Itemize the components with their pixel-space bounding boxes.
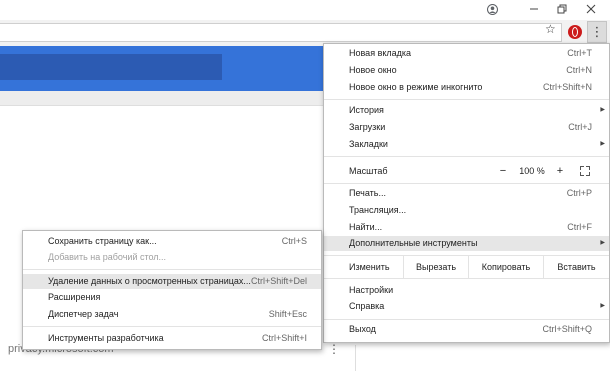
account-icon[interactable] (479, 0, 505, 20)
menu-item-add-to-desktop: Добавить на рабочий стол... (23, 250, 321, 265)
menu-separator (324, 156, 609, 157)
title-bar (0, 0, 610, 20)
menu-item-label: Добавить на рабочий стол... (48, 252, 167, 262)
submenu-arrow-icon: ▶ (600, 303, 605, 309)
menu-item-label: Загрузки (349, 122, 386, 132)
menu-item-shortcut: Shift+Esc (268, 309, 307, 319)
menu-separator (23, 326, 321, 327)
menu-item-clear-browsing-data[interactable]: Удаление данных о просмотренных страница… (23, 274, 321, 289)
zoom-out-button[interactable]: − (498, 161, 508, 181)
opera-extension-icon[interactable] (568, 25, 582, 39)
menu-item-shortcut: Ctrl+Shift+Del (250, 276, 307, 286)
zoom-in-button[interactable]: + (555, 161, 565, 181)
star-icon[interactable]: ☆ (545, 22, 556, 36)
menu-item-shortcut: Ctrl+S (281, 236, 307, 246)
menu-item-developer-tools[interactable]: Инструменты разработчика Ctrl+Shift+I (23, 331, 321, 346)
menu-item-save-page[interactable]: Сохранить страницу как... Ctrl+S (23, 234, 321, 249)
kebab-menu-icon[interactable]: ⋮ (587, 21, 607, 43)
menu-separator (324, 183, 609, 184)
menu-item-label: Настройки (349, 285, 394, 295)
menu-item-settings[interactable]: Настройки (324, 283, 609, 298)
menu-item-label: Справка (349, 301, 385, 311)
menu-item-label: Новое окно (349, 65, 397, 75)
menu-item-label: Новая вкладка (349, 48, 412, 58)
more-tools-submenu: Сохранить страницу как... Ctrl+S Добавит… (22, 230, 322, 350)
submenu-arrow-icon: ▶ (600, 107, 605, 113)
menu-item-extensions[interactable]: Расширения (23, 290, 321, 305)
menu-item-label: Новое окно в режиме инкогнито (349, 82, 483, 92)
zoom-row: Масштаб − 100 % + (324, 161, 609, 181)
menu-item-shortcut: Ctrl+Shift+N (542, 82, 592, 92)
menu-item-shortcut: Ctrl+T (567, 48, 592, 58)
menu-item-help[interactable]: Справка ▶ (324, 299, 609, 314)
cut-button[interactable]: Вырезать (403, 256, 468, 278)
edit-row: Изменить Вырезать Копировать Вставить (324, 255, 609, 279)
restore-icon[interactable] (549, 0, 575, 20)
menu-item-shortcut: Ctrl+Shift+Q (542, 324, 592, 334)
close-icon[interactable] (578, 0, 604, 20)
zoom-value: 100 % (519, 166, 545, 176)
menu-item-task-manager[interactable]: Диспетчер задач Shift+Esc (23, 307, 321, 322)
menu-item-new-window[interactable]: Новое окно Ctrl+N (324, 63, 609, 78)
menu-item-label: Сохранить страницу как... (48, 236, 157, 246)
menu-item-shortcut: Ctrl+P (566, 188, 592, 198)
menu-item-label: Трансляция... (349, 205, 407, 215)
menu-item-shortcut: Ctrl+F (567, 222, 592, 232)
paste-button[interactable]: Вставить (543, 256, 609, 278)
edit-label: Изменить (349, 262, 390, 272)
menu-item-find[interactable]: Найти... Ctrl+F (324, 220, 609, 235)
menu-item-label: Найти... (349, 222, 383, 232)
menu-item-incognito[interactable]: Новое окно в режиме инкогнито Ctrl+Shift… (324, 80, 609, 95)
menu-item-label: Инструменты разработчика (48, 333, 164, 343)
menu-separator (324, 99, 609, 100)
menu-item-label: Дополнительные инструменты (349, 238, 478, 248)
address-bar[interactable] (0, 23, 562, 42)
menu-item-shortcut: Ctrl+Shift+I (261, 333, 307, 343)
menu-item-label: Печать... (349, 188, 386, 198)
banner-bar (0, 54, 222, 80)
menu-item-shortcut: Ctrl+J (568, 122, 592, 132)
menu-item-bookmarks[interactable]: Закладки ▶ (324, 137, 609, 152)
copy-button[interactable]: Копировать (468, 256, 543, 278)
menu-item-label: Расширения (48, 292, 101, 302)
submenu-arrow-icon: ▶ (600, 141, 605, 147)
menu-item-more-tools[interactable]: Дополнительные инструменты ▶ (324, 236, 609, 251)
menu-item-cast[interactable]: Трансляция... (324, 203, 609, 218)
menu-item-new-tab[interactable]: Новая вкладка Ctrl+T (324, 46, 609, 61)
menu-separator (23, 269, 321, 270)
zoom-label: Масштаб (349, 166, 388, 176)
menu-item-history[interactable]: История ▶ (324, 103, 609, 118)
menu-item-shortcut: Ctrl+N (566, 65, 592, 75)
page-divider (355, 345, 356, 371)
menu-item-label: Закладки (349, 139, 388, 149)
menu-item-label: Выход (349, 324, 376, 334)
fullscreen-icon[interactable] (580, 166, 590, 176)
submenu-arrow-icon: ▶ (600, 240, 605, 246)
minimize-button[interactable] (521, 0, 547, 20)
menu-item-label: Диспетчер задач (48, 309, 119, 319)
menu-separator (324, 319, 609, 320)
chrome-main-menu: Новая вкладка Ctrl+T Новое окно Ctrl+N Н… (323, 43, 610, 343)
menu-item-label: Удаление данных о просмотренных страница… (48, 276, 251, 286)
menu-item-label: История (349, 105, 384, 115)
page-more-icon[interactable]: ⋮ (328, 342, 340, 356)
menu-item-exit[interactable]: Выход Ctrl+Shift+Q (324, 322, 609, 337)
menu-item-print[interactable]: Печать... Ctrl+P (324, 186, 609, 201)
menu-item-downloads[interactable]: Загрузки Ctrl+J (324, 120, 609, 135)
